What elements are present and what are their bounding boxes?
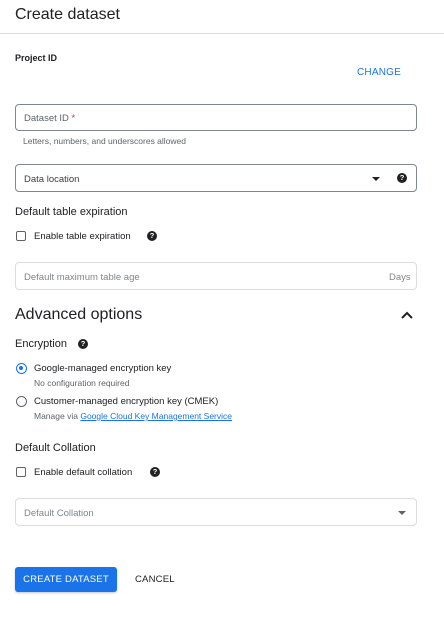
enable-table-expiration-label[interactable]: Enable table expiration [34, 231, 131, 242]
enable-default-collation-label[interactable]: Enable default collation [34, 467, 132, 478]
change-project-link[interactable]: CHANGE [357, 67, 401, 78]
cmek-hint: Manage via Google Cloud Key Management S… [34, 411, 232, 421]
help-icon[interactable]: ? [78, 339, 88, 349]
default-collation-heading: Default Collation [15, 442, 96, 454]
data-location-placeholder: Data location [24, 174, 80, 185]
kms-link[interactable]: Google Cloud Key Management Service [80, 411, 232, 421]
caret-down-icon [398, 511, 406, 515]
table-expiration-heading: Default table expiration [15, 206, 128, 218]
google-managed-key-radio[interactable] [16, 363, 27, 374]
help-icon[interactable]: ? [150, 467, 160, 477]
help-icon[interactable]: ? [147, 231, 157, 241]
caret-down-icon [372, 177, 380, 181]
create-dataset-button[interactable]: CREATE DATASET [15, 567, 117, 592]
project-id-label: Project ID [15, 53, 58, 63]
dataset-id-field[interactable]: Dataset ID * [15, 104, 417, 131]
required-mark: * [71, 113, 76, 124]
enable-table-expiration-checkbox[interactable] [16, 231, 26, 241]
default-collation-select[interactable]: Default Collation [15, 498, 417, 526]
default-collation-placeholder: Default Collation [24, 508, 94, 519]
enable-default-collation-checkbox[interactable] [16, 467, 26, 477]
page-title: Create dataset [15, 6, 120, 23]
chevron-up-icon[interactable] [400, 310, 414, 320]
encryption-heading: Encryption [15, 338, 67, 350]
cmek-radio[interactable] [16, 396, 27, 407]
dataset-id-hint: Letters, numbers, and underscores allowe… [23, 136, 187, 146]
cancel-button[interactable]: CANCEL [135, 574, 175, 585]
help-icon[interactable]: ? [397, 173, 407, 183]
google-managed-key-label[interactable]: Google-managed encryption key [34, 363, 171, 374]
max-table-age-placeholder: Default maximum table age [24, 272, 140, 283]
cmek-label[interactable]: Customer-managed encryption key (CMEK) [34, 396, 218, 407]
days-unit-label: Days [389, 272, 411, 283]
google-managed-key-hint: No configuration required [34, 378, 130, 388]
data-location-select[interactable]: Data location ? [15, 164, 417, 192]
advanced-options-heading: Advanced options [15, 306, 143, 323]
dataset-id-placeholder: Dataset ID * [24, 113, 76, 124]
dialog-header: Create dataset [0, 0, 444, 34]
max-table-age-field[interactable]: Default maximum table age Days [15, 262, 417, 290]
